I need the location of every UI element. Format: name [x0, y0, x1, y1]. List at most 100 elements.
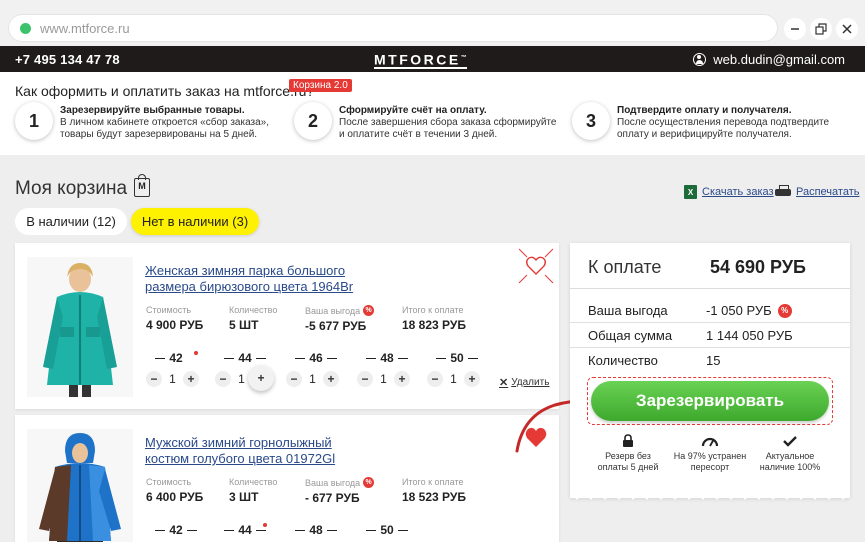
summary-row-label: Количество	[588, 353, 658, 368]
increase-button[interactable]: +	[394, 371, 410, 387]
pay-amount: 54 690 РУБ	[710, 257, 806, 277]
increase-button[interactable]: +	[248, 365, 274, 391]
savings-value: -5 677 РУБ	[305, 319, 367, 333]
size-label: 50	[427, 351, 487, 365]
cart-item: Женская зимняя парка большого размера би…	[15, 243, 559, 409]
minimize-icon[interactable]	[784, 18, 806, 40]
secure-status-icon	[20, 23, 31, 34]
step-line-1: После завершения сбора заказа сформируйт…	[339, 117, 557, 128]
size-value: 48	[309, 523, 323, 537]
savings-label-text: Ваша выгода	[305, 305, 361, 316]
feature-line-1: Актуальное	[765, 451, 815, 461]
printer-icon	[775, 185, 791, 198]
discount-icon: %	[363, 477, 375, 488]
receipt-edge	[570, 492, 850, 500]
step-line-2: оплату и верифицируйте получателя.	[617, 129, 792, 140]
savings-label: Ваша выгода%	[305, 305, 375, 316]
total-field: Итого к оплате 18 823 РУБ	[402, 305, 466, 332]
reserve-button-frame: Зарезервировать	[587, 377, 833, 425]
phone-number[interactable]: +7 495 134 47 78	[15, 52, 120, 67]
product-name-link[interactable]: Мужской зимний горнолыжный костюм голубо…	[145, 435, 375, 467]
decrease-button[interactable]: −	[357, 371, 373, 387]
size-value: 44	[238, 523, 252, 537]
favorite-heart-icon[interactable]	[517, 247, 555, 285]
step-line-1: После осуществления перевода подтвердите	[617, 117, 830, 128]
cart-version-badge: Корзина 2.0	[289, 79, 352, 92]
step-line-2: и оплатите счёт в течении 3 дней.	[339, 129, 498, 140]
quantity-field: Количество 5 ШТ	[229, 305, 277, 332]
size-value: 50	[450, 351, 464, 365]
decrease-button[interactable]: −	[286, 371, 302, 387]
account-link[interactable]: web.dudin@gmail.com	[693, 52, 845, 67]
step-number: 3	[572, 102, 610, 140]
reserve-button[interactable]: Зарезервировать	[591, 381, 829, 421]
howto-title: Как оформить и оплатить заказ на mtforce…	[15, 83, 315, 99]
size-label: 42	[146, 523, 206, 537]
user-icon	[693, 53, 707, 66]
savings-value: - 677 РУБ	[305, 491, 360, 505]
price-label: Стоимость	[146, 477, 192, 487]
size-value: 42	[169, 523, 183, 537]
summary-row-label: Общая сумма	[588, 328, 673, 343]
product-name-link[interactable]: Женская зимняя парка большого размера би…	[145, 263, 375, 295]
summary-row-savings: Ваша выгода -1 050 РУБ%	[570, 298, 850, 323]
step-number: 2	[294, 102, 332, 140]
summary-row-total: Общая сумма 1 144 050 РУБ	[570, 323, 850, 348]
increase-button[interactable]: +	[183, 371, 199, 387]
total-value: 18 823 РУБ	[402, 318, 466, 332]
low-stock-dot	[263, 523, 267, 527]
size-label: 46	[286, 351, 346, 365]
product-photo[interactable]	[27, 429, 133, 542]
size-quantity[interactable]: 1	[162, 372, 183, 386]
quantity-field: Количество 3 ШТ	[229, 477, 277, 504]
size-value: 44	[238, 351, 252, 365]
cart-item: Мужской зимний горнолыжный костюм голубо…	[15, 415, 559, 542]
pay-label: К оплате	[588, 257, 662, 277]
tab-out-of-stock[interactable]: Нет в наличии (3)	[131, 208, 259, 235]
decrease-button[interactable]: −	[146, 371, 162, 387]
quantity-label: Количество	[229, 477, 278, 487]
tab-in-stock[interactable]: В наличии (12)	[15, 208, 127, 235]
feature-line-1: На 97% устранен	[673, 451, 747, 461]
total-label: Итого к оплате	[402, 477, 464, 487]
size-quantity[interactable]: 1	[443, 372, 464, 386]
size-quantity[interactable]: 1	[373, 372, 394, 386]
address-bar[interactable]: www.mtforce.ru	[8, 14, 778, 42]
account-email: web.dudin@gmail.com	[713, 52, 845, 67]
summary-row-label: Ваша выгода	[588, 303, 668, 318]
price-value: 4 900 РУБ	[146, 318, 204, 332]
site-logo[interactable]: MTFORCE™	[374, 52, 467, 69]
close-icon[interactable]	[836, 18, 858, 40]
savings-label: Ваша выгода%	[305, 477, 375, 488]
quantity-stepper: − 1 +	[146, 369, 206, 389]
size-value: 46	[309, 351, 323, 365]
decrease-button[interactable]: −	[427, 371, 443, 387]
step-description: После осуществления перевода подтвердите…	[617, 117, 847, 141]
increase-button[interactable]: +	[323, 371, 339, 387]
feature-line-2: наличие 100%	[759, 462, 821, 472]
summary-row-count: Количество 15	[570, 348, 850, 373]
total-value: 18 523 РУБ	[402, 490, 466, 504]
step-number: 1	[15, 102, 53, 140]
export-order-link[interactable]: X Скачать заказ	[684, 185, 774, 199]
size-quantity[interactable]: 1	[302, 372, 323, 386]
price-field: Стоимость 6 400 РУБ	[146, 477, 203, 504]
quantity-stepper: − 1 +	[286, 369, 346, 389]
lock-icon	[588, 433, 668, 449]
gauge-icon	[670, 433, 750, 449]
summary-row-value: 15	[706, 353, 721, 368]
quantity-stepper: − 1 +	[427, 369, 487, 389]
product-photo[interactable]	[27, 257, 133, 397]
quantity-value: 3 ШТ	[229, 490, 259, 504]
savings-field: Ваша выгода% - 677 РУБ	[305, 477, 375, 505]
size-value: 48	[380, 351, 394, 365]
total-label: Итого к оплате	[402, 305, 464, 315]
print-link[interactable]: Распечатать	[775, 185, 859, 198]
decrease-button[interactable]: −	[215, 371, 231, 387]
quantity-value: 5 ШТ	[229, 318, 259, 332]
step-title: Зарезервируйте выбранные товары.	[60, 105, 245, 116]
restore-icon[interactable]	[810, 18, 832, 40]
summary-row-value: 1 144 050 РУБ	[706, 328, 793, 343]
increase-button[interactable]: +	[464, 371, 480, 387]
site-header: +7 495 134 47 78 MTFORCE™ web.dudin@gmai…	[0, 46, 865, 72]
